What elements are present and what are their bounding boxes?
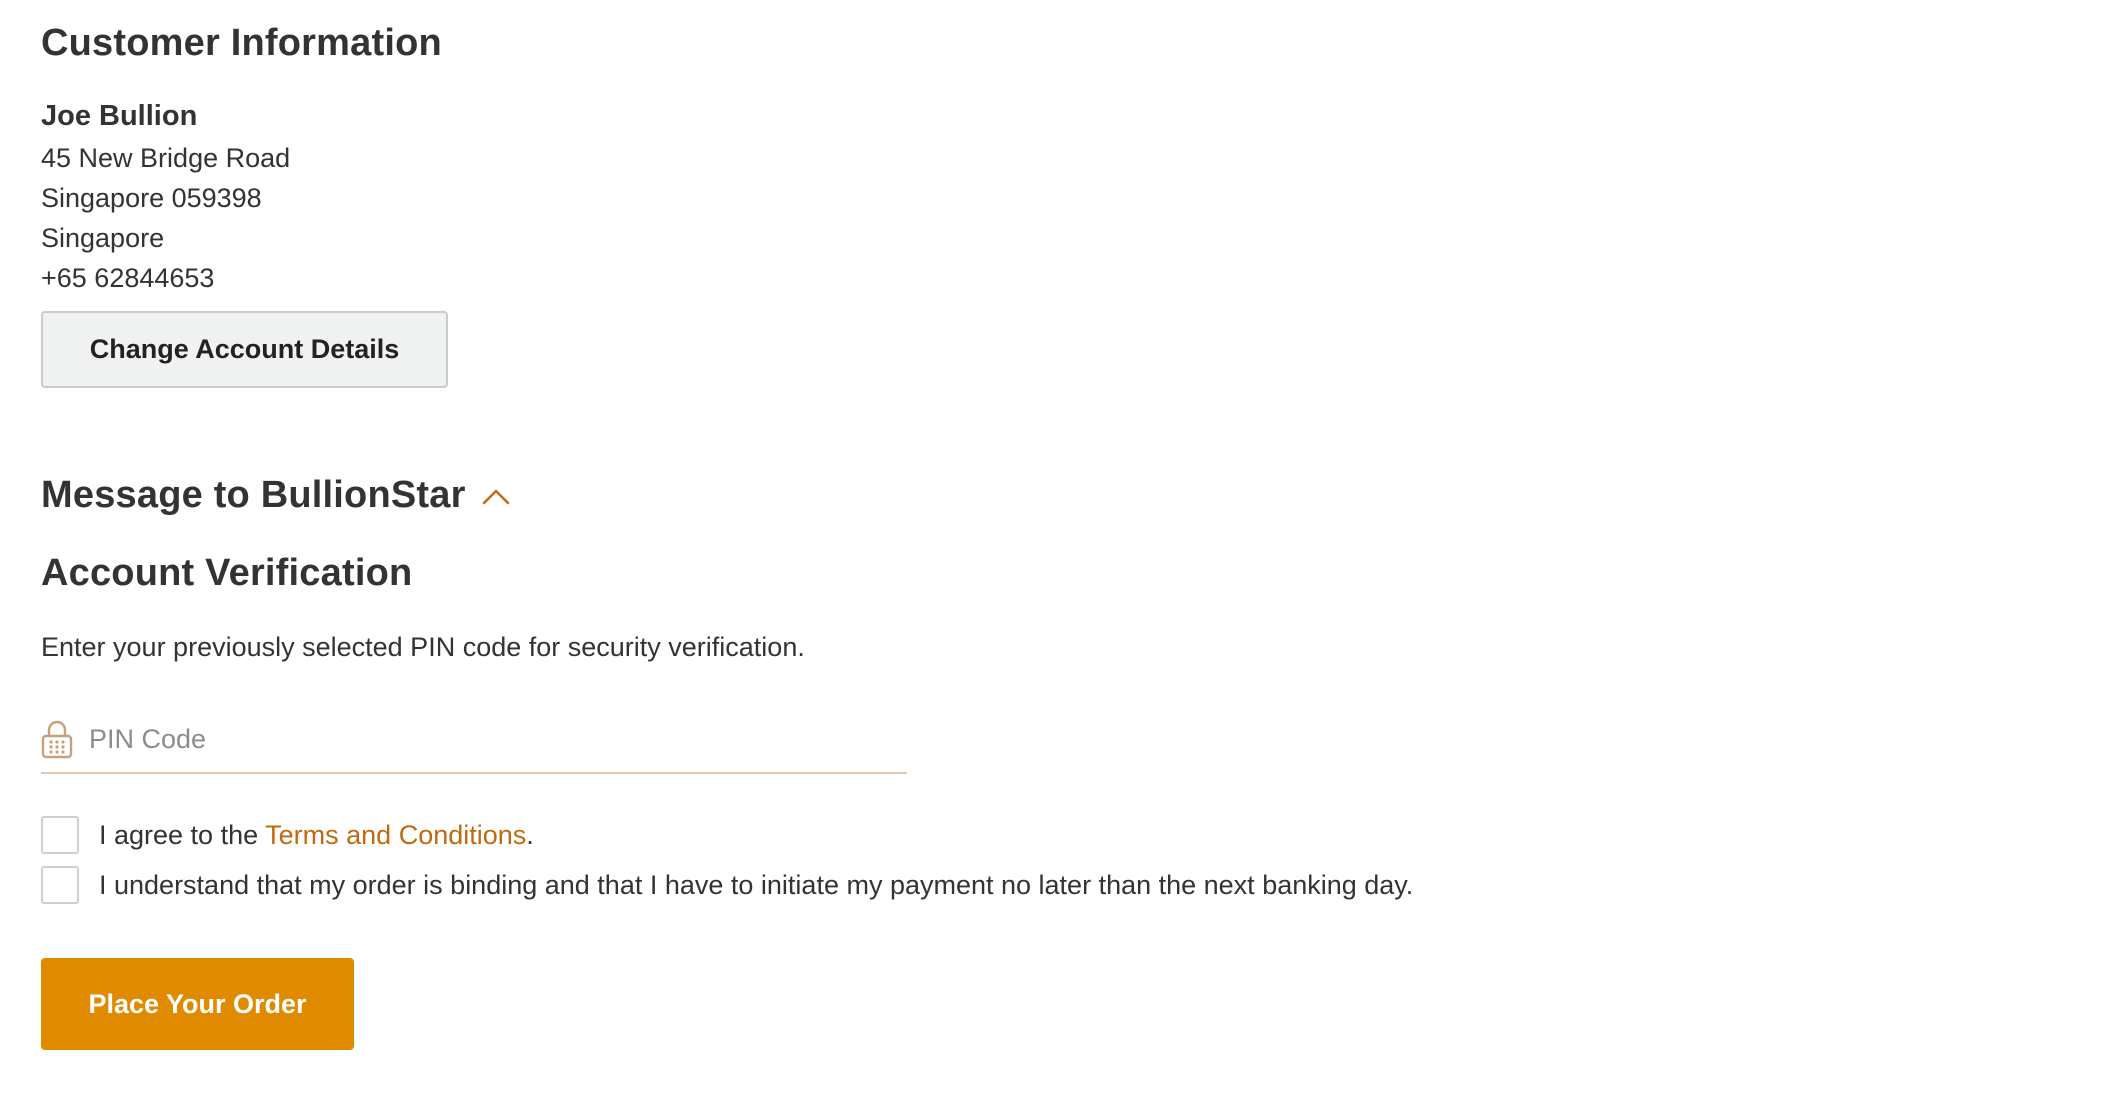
- binding-order-label: I understand that my order is binding an…: [99, 869, 1414, 900]
- address-line-2: Singapore 059398: [41, 183, 262, 213]
- binding-order-row: I understand that my order is binding an…: [41, 866, 1413, 904]
- lock-icon: [41, 719, 73, 759]
- terms-agreement-row: I agree to the Terms and Conditions.: [41, 816, 534, 854]
- customer-info-heading: Customer Information: [41, 22, 442, 64]
- binding-order-checkbox[interactable]: [41, 866, 79, 904]
- customer-phone: +65 62844653: [41, 263, 215, 293]
- address-line-1: 45 New Bridge Road: [41, 143, 291, 173]
- chevron-up-icon[interactable]: [482, 486, 510, 506]
- account-verification-heading: Account Verification: [41, 552, 413, 594]
- terms-suffix: .: [526, 819, 534, 850]
- pin-code-field: [41, 706, 907, 774]
- change-account-details-button[interactable]: Change Account Details: [41, 311, 448, 388]
- place-order-button[interactable]: Place Your Order: [41, 958, 354, 1050]
- customer-name: Joe Bullion: [41, 100, 198, 132]
- terms-label: I agree to the Terms and Conditions.: [99, 820, 534, 851]
- terms-checkbox[interactable]: [41, 816, 79, 854]
- pin-code-input[interactable]: [89, 714, 869, 764]
- address-country: Singapore: [41, 223, 165, 253]
- verification-instruction: Enter your previously selected PIN code …: [41, 632, 805, 662]
- message-heading: Message to BullionStar: [41, 474, 466, 516]
- terms-and-conditions-link[interactable]: Terms and Conditions: [265, 820, 526, 850]
- message-section-toggle[interactable]: Message to BullionStar: [41, 474, 510, 517]
- terms-prefix: I agree to the: [99, 819, 266, 850]
